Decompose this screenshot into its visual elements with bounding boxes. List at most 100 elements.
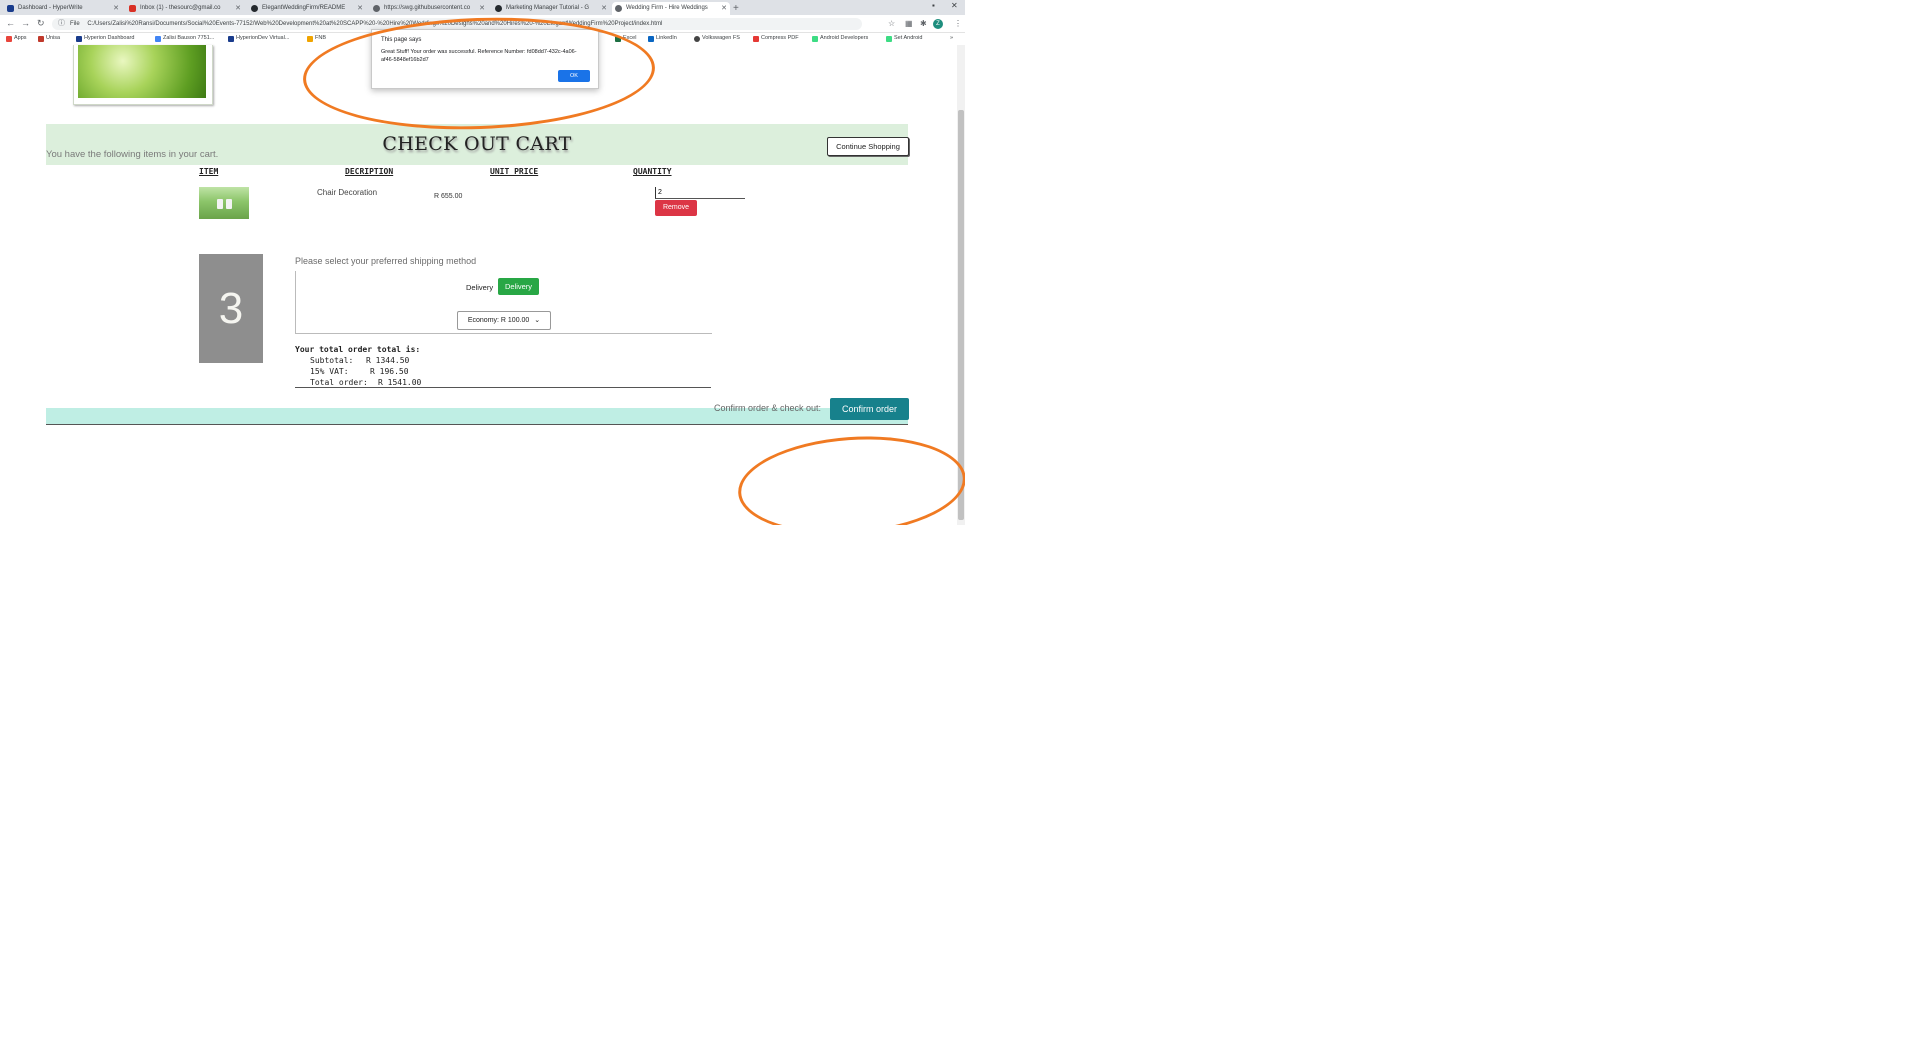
shipping-option-selected: Economy: R 100.00 [467,317,530,324]
subtotal-value: R 1344.50 [366,356,410,365]
column-header-quantity: QUANTITY [633,167,672,176]
column-header-description: DECRIPTION [345,167,394,176]
bookmark-item[interactable]: Unisa [38,35,61,42]
cart-intro-text: You have the following items in your car… [46,149,219,160]
bookmark-item[interactable]: Hyperion Dashboard [76,35,135,42]
linkedin-icon [648,36,654,42]
bookmark-label: Compress PDF [761,35,799,41]
bookmark-item[interactable]: LinkedIn [648,35,677,42]
bookmark-item[interactable]: Zalisi Bauson 7751... [155,35,214,42]
quantity-input[interactable] [655,187,745,199]
tab[interactable]: Marketing Manager Tutorial - G ✕ [492,2,610,15]
hyperion-icon [228,36,234,42]
tab[interactable]: Inbox (1) - thesourc@gmail.co ✕ [126,2,244,15]
continue-shopping-button[interactable]: Continue Shopping [827,137,909,156]
reload-icon[interactable]: ↻ [37,18,45,29]
info-icon[interactable]: ⓘ [58,18,65,30]
bookmark-item[interactable]: HyperionDev Virtual... [228,35,290,42]
bookmark-label: FNB [315,35,326,41]
tab-bar: Dashboard - HyperWrite ✕ Inbox (1) - the… [0,0,965,15]
minimize-icon[interactable]: ▪ [932,1,935,10]
mail-icon [155,36,161,42]
bookmark-label: HyperionDev Virtual... [236,35,290,41]
page-title: CHECK OUT CART [382,133,572,155]
tab-title: Marketing Manager Tutorial - G [506,5,590,11]
bookmark-label: Volkswagen FS [702,35,740,41]
apps-icon [6,36,12,42]
new-tab-icon[interactable]: + [733,2,739,15]
total-value: R 1541.00 [378,378,422,387]
tab-close-icon[interactable]: ✕ [601,2,607,15]
scrollbar-thumb[interactable] [958,110,964,520]
bookmark-label: Unisa [46,35,61,41]
tab-title: Wedding Firm - Hire Weddings [626,5,708,11]
bookmark-label: Android Developers [820,35,869,41]
delivery-label: Delivery [466,283,494,292]
forward-icon[interactable]: → [21,18,30,28]
subtotal-label: Subtotal: [310,356,354,365]
greenery-photo [78,45,206,98]
tab-favicon-icon [373,5,380,12]
totals-divider [295,387,711,388]
delivery-button[interactable]: Delivery [498,278,539,295]
bookmark-item[interactable]: Volkswagen FS [694,35,740,42]
column-header-unit-price: UNIT PRICE [490,167,539,176]
tab-title: Dashboard - HyperWrite [18,5,83,11]
menu-icon[interactable]: ⋮ [954,19,962,28]
cart-item-unit-price: R 655.00 [434,193,463,200]
tab-close-icon[interactable]: ✕ [721,2,727,15]
tab-close-icon[interactable]: ✕ [235,2,241,15]
screen-capture-icon[interactable]: ▦ [905,19,913,28]
confirm-order-button[interactable]: Confirm order [830,398,909,420]
tab-close-icon[interactable]: ✕ [113,2,119,15]
pdf-icon [753,36,759,42]
tab[interactable]: ElegantWeddingFirm/README ✕ [248,2,366,15]
bookmark-item[interactable]: Compress PDF [753,35,799,42]
volkswagen-icon [694,36,700,42]
vat-value: R 196.50 [370,367,409,376]
star-icon[interactable]: ☆ [888,19,895,28]
cart-item-image [199,187,249,219]
screenshot: Dashboard - HyperWrite ✕ Inbox (1) - the… [0,0,965,525]
tab-favicon-icon [495,5,502,12]
extensions-icon[interactable]: ✱ [920,19,927,28]
tab-title: https://swg.githubusercontent.co [384,5,471,11]
close-icon[interactable]: ✕ [951,1,958,10]
shipping-prompt: Please select your preferred shipping me… [295,256,477,266]
tab[interactable]: https://swg.githubusercontent.co ✕ [370,2,488,15]
hyperion-icon [76,36,82,42]
fnb-icon [307,36,313,42]
profile-avatar[interactable]: Z [933,19,943,29]
bookmark-item[interactable]: Apps [6,35,27,42]
android-icon [886,36,892,42]
tab-favicon-icon [129,5,136,12]
tab-favicon-icon [7,5,14,12]
tab-title: Inbox (1) - thesourc@gmail.co [140,5,221,11]
total-label: Total order: [310,378,368,387]
bookmarks-overflow-icon[interactable]: » [950,35,953,41]
tab-favicon-icon [251,5,258,12]
chair-shape [226,199,232,209]
remove-button[interactable]: Remove [655,200,697,216]
tab-close-icon[interactable]: ✕ [357,2,363,15]
bookmark-label: Hyperion Dashboard [84,35,135,41]
bookmark-item[interactable]: FNB [307,35,326,42]
tab-close-icon[interactable]: ✕ [479,2,485,15]
chair-shape [217,199,223,209]
vat-label: 15% VAT: [310,367,349,376]
bookmark-label: Apps [14,35,27,41]
tab[interactable]: Dashboard - HyperWrite ✕ [4,2,122,15]
hero-image [73,45,213,105]
android-icon [812,36,818,42]
bookmark-label: LinkedIn [656,35,677,41]
confirm-order-text: Confirm order & check out: [714,403,822,413]
tab-active[interactable]: Wedding Firm - Hire Weddings ✕ [612,2,730,15]
totals-heading: Your total order total is: [295,345,421,354]
tab-favicon-icon [615,5,622,12]
column-header-item: ITEM [199,167,219,176]
shipping-method-select[interactable]: Economy: R 100.00 ⌄ [457,311,551,330]
bookmark-item[interactable]: Set Android [886,35,922,42]
address-info-label: File [70,21,80,27]
back-icon[interactable]: ← [6,18,15,28]
bookmark-item[interactable]: Android Developers [812,35,869,42]
